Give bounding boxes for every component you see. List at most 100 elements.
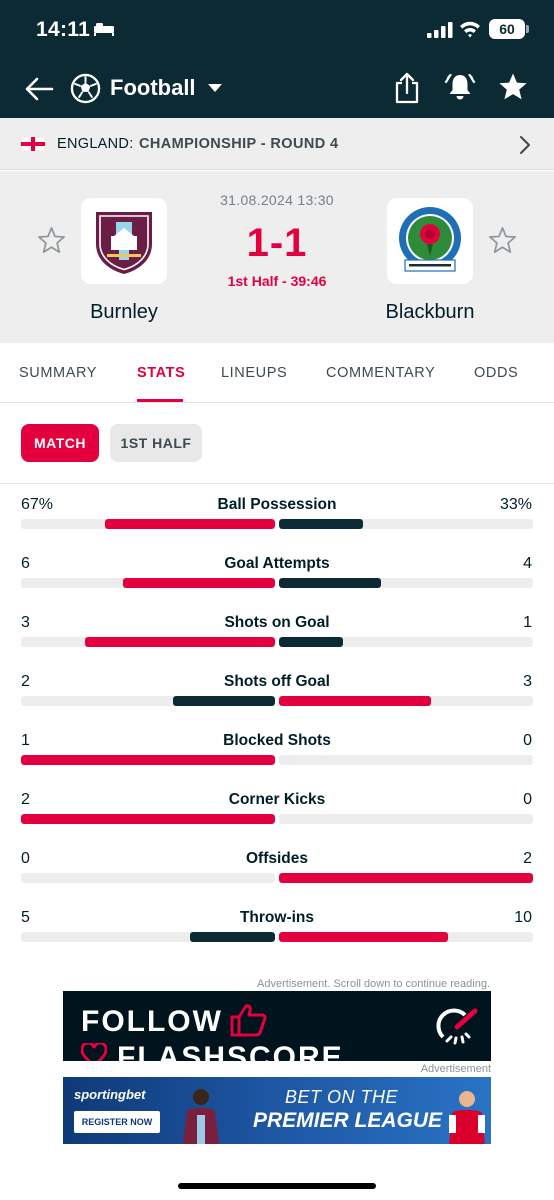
blackburn-crest-icon <box>399 207 461 272</box>
stat-away-value: 1 <box>523 614 532 631</box>
home-bar-track <box>21 519 275 529</box>
league-header[interactable]: ENGLAND: CHAMPIONSHIP - ROUND 4 <box>0 118 554 170</box>
match-datetime: 31.08.2024 13:30 <box>220 192 334 208</box>
stat-label: Blocked Shots <box>223 732 331 749</box>
app-header: 14:11 60 Football <box>0 0 554 118</box>
england-flag-icon <box>21 137 45 151</box>
caret-down-icon[interactable] <box>207 83 223 93</box>
screen: 14:11 60 Football ENGLAND: CHAMPIONSHIP … <box>0 0 554 1200</box>
stat-row: 1 Blocked Shots 0 <box>0 732 554 791</box>
period-first-half-button[interactable]: 1ST HALF <box>110 424 202 462</box>
stat-label: Throw-ins <box>239 909 315 926</box>
away-bar <box>279 519 363 529</box>
flashscore-ad-banner[interactable]: FOLLOW FLASHSCORE <box>63 991 491 1061</box>
register-now-button[interactable]: REGISTER NOW <box>74 1111 160 1133</box>
stat-row: 0 Offsides 2 <box>0 850 554 909</box>
away-bar-track <box>279 814 533 824</box>
home-bar <box>122 578 275 588</box>
home-team-logo[interactable] <box>81 198 167 284</box>
home-bar-track <box>21 814 275 824</box>
away-bar-track <box>279 519 533 529</box>
home-indicator <box>178 1183 376 1189</box>
away-bar <box>279 637 343 647</box>
stat-home-value: 5 <box>21 909 30 926</box>
ad-brand-text: FLASHSCORE <box>117 1041 344 1061</box>
stat-away-value: 4 <box>523 555 532 572</box>
home-bar <box>84 637 275 647</box>
stat-row: 6 Goal Attempts 4 <box>0 555 554 614</box>
player-image <box>449 1091 485 1144</box>
stat-label: Corner Kicks <box>228 791 326 808</box>
divider <box>0 483 554 484</box>
stat-home-value: 6 <box>21 555 30 572</box>
sport-selector-title[interactable]: Football <box>110 75 196 101</box>
tab-lineups[interactable]: LINEUPS <box>221 365 287 381</box>
stat-row: 3 Shots on Goal 1 <box>0 614 554 673</box>
heart-icon <box>81 1043 107 1061</box>
ad-line-2: PREMIER LEAGUE <box>253 1109 443 1132</box>
active-tab-indicator <box>137 399 183 402</box>
chevron-right-icon[interactable] <box>518 135 532 155</box>
stat-home-value: 0 <box>21 850 30 867</box>
away-bar-track <box>279 932 533 942</box>
tab-stats[interactable]: STATS <box>137 365 185 381</box>
away-bar <box>279 696 432 706</box>
home-bar <box>21 814 275 824</box>
favorite-star-icon[interactable] <box>498 72 528 102</box>
stat-away-value: 3 <box>523 673 532 690</box>
tab-summary[interactable]: SUMMARY <box>19 365 97 381</box>
period-match-button[interactable]: MATCH <box>21 424 99 462</box>
share-icon[interactable] <box>393 72 421 104</box>
stat-row: 2 Corner Kicks 0 <box>0 791 554 850</box>
stat-row: 2 Shots off Goal 3 <box>0 673 554 732</box>
away-bar-track <box>279 696 533 706</box>
battery-tip <box>526 25 529 33</box>
stat-away-value: 0 <box>523 791 532 808</box>
away-bar <box>279 873 533 883</box>
away-team-logo[interactable] <box>387 198 473 284</box>
thumbs-up-icon <box>230 1004 267 1037</box>
home-bar <box>190 932 275 942</box>
away-team-name[interactable]: Blackburn <box>350 301 510 324</box>
away-bar-track <box>279 637 533 647</box>
tab-commentary[interactable]: COMMENTARY <box>326 365 435 381</box>
match-tabs: SUMMARY STATS LINEUPS COMMENTARY ODDS <box>0 343 554 403</box>
stat-home-value: 2 <box>21 791 30 808</box>
home-bar-track <box>21 578 275 588</box>
ad-line-1: BET ON THE <box>285 1087 399 1107</box>
stat-home-value: 3 <box>21 614 30 631</box>
stat-home-value: 2 <box>21 673 30 690</box>
stat-label: Ball Possession <box>217 496 337 513</box>
advertisement-note: Advertisement. Scroll down to continue r… <box>257 978 490 990</box>
home-team-name[interactable]: Burnley <box>44 301 204 324</box>
home-bar-track <box>21 755 275 765</box>
away-bar <box>279 578 381 588</box>
away-bar-track <box>279 755 533 765</box>
favorite-home-star-icon[interactable] <box>37 226 66 255</box>
stat-away-value: 0 <box>523 732 532 749</box>
home-bar <box>104 519 275 529</box>
ad-headline: FOLLOW <box>81 1005 223 1038</box>
sleep-focus-icon <box>94 23 114 36</box>
status-time: 14:11 <box>36 18 91 41</box>
sportingbet-ad-banner[interactable]: sportingbet REGISTER NOW BET ON THE PREM… <box>63 1077 491 1144</box>
back-arrow-icon[interactable] <box>22 72 56 106</box>
stat-label: Shots on Goal <box>224 614 330 631</box>
home-bar-track <box>21 696 275 706</box>
home-bar-track <box>21 932 275 942</box>
signal-icon <box>427 22 453 38</box>
stat-label: Goal Attempts <box>224 555 330 572</box>
tab-odds[interactable]: ODDS <box>474 365 518 381</box>
stat-label: Shots off Goal <box>224 673 330 690</box>
notification-bell-icon[interactable] <box>444 71 476 103</box>
away-bar <box>279 932 449 942</box>
sportingbet-logo: sportingbet <box>74 1087 146 1102</box>
away-bar-track <box>279 578 533 588</box>
match-status: 1st Half - 39:46 <box>227 273 327 289</box>
stat-home-value: 67% <box>21 496 54 513</box>
home-bar <box>173 696 275 706</box>
football-icon <box>70 73 101 104</box>
stat-row: 67% Ball Possession 33% <box>0 496 554 555</box>
favorite-away-star-icon[interactable] <box>488 226 517 255</box>
battery-indicator: 60 <box>489 19 525 39</box>
